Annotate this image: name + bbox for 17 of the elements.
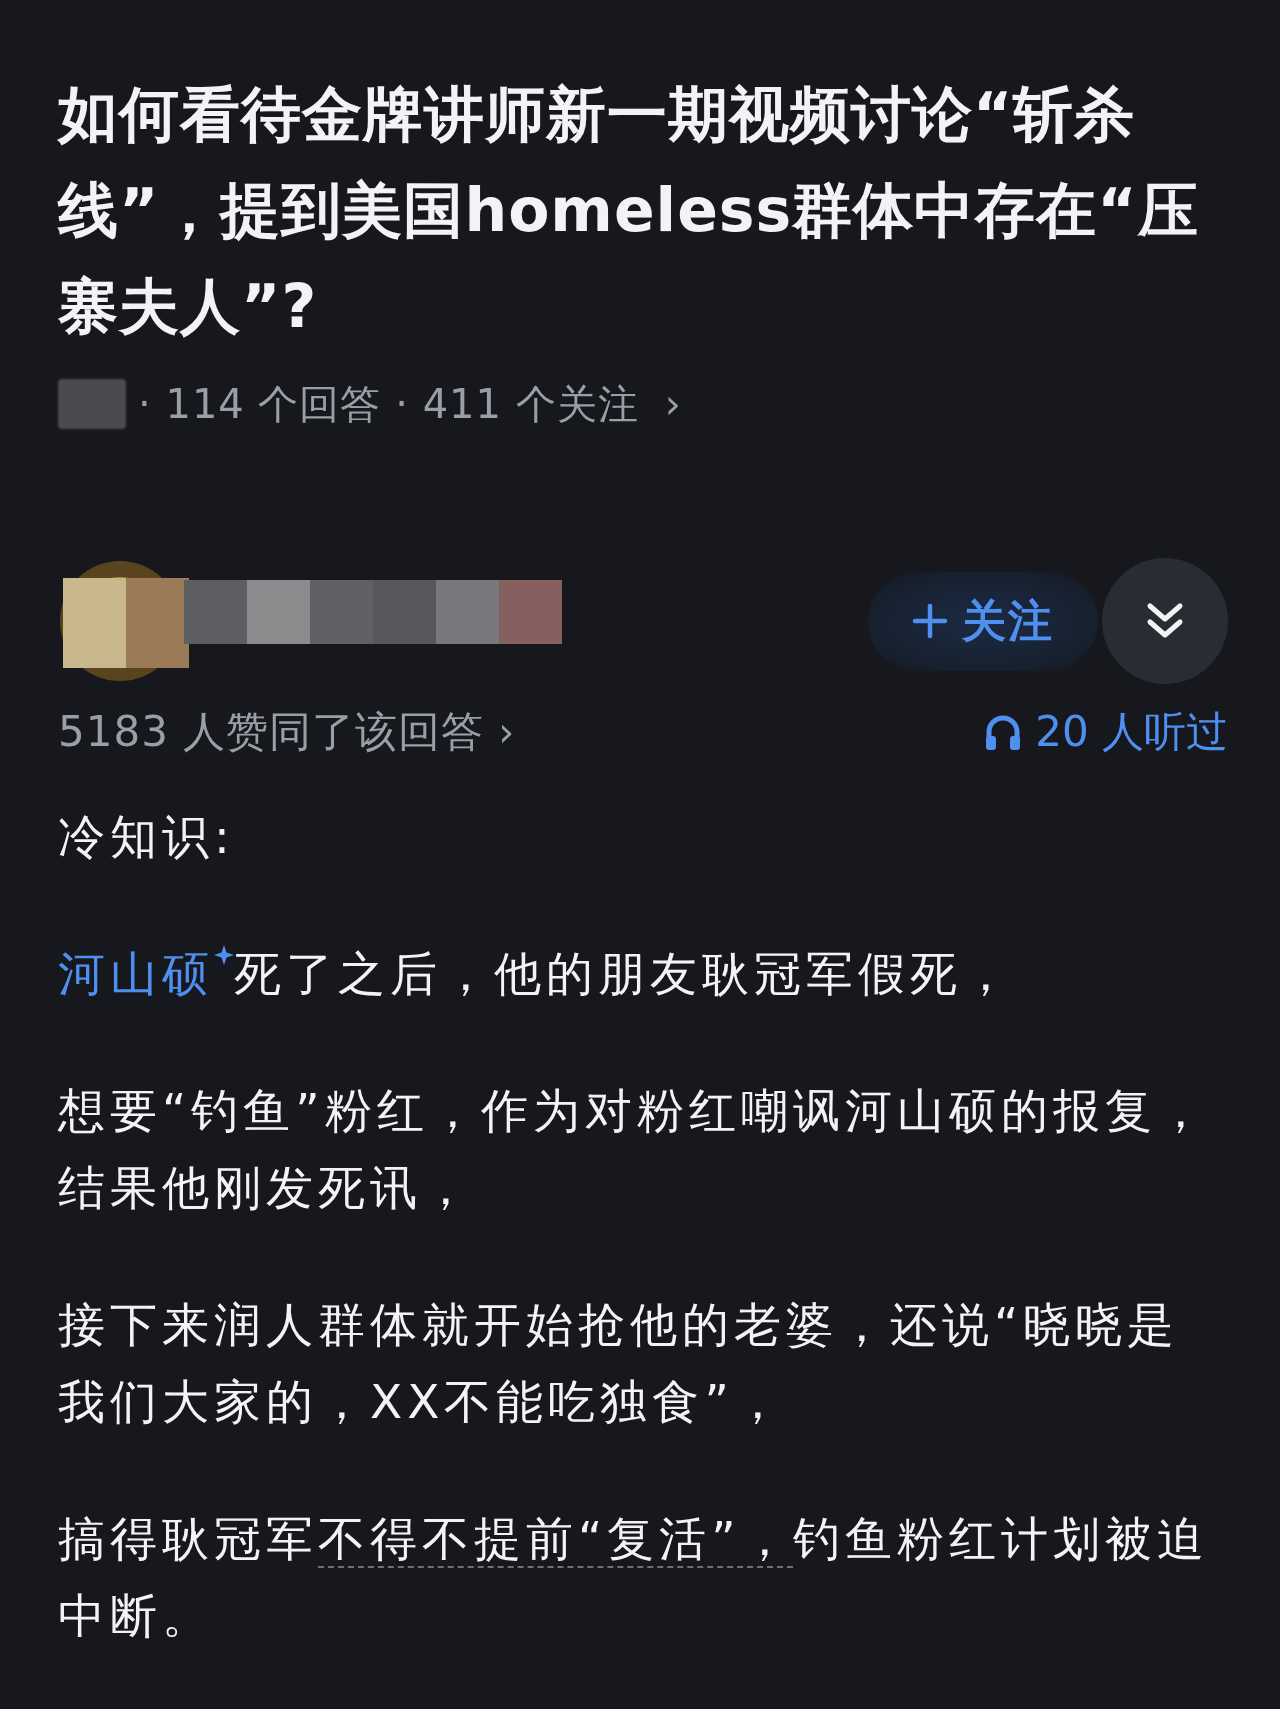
listen-count: 20 人听过 [1035, 706, 1228, 758]
text-link[interactable]: 河山硕 [58, 935, 234, 1012]
redaction-block [58, 379, 126, 429]
question-title: 如何看待金牌讲师新一期视频讨论“斩杀线”，提到美国homeless群体中存在“压寨夫人”? [58, 78, 1200, 343]
answer-paragraph: 河山硕 死了之后，他的朋友耿冠军假死， [58, 935, 1228, 1012]
upvote-count: 5183 人赞同了该回答 [58, 706, 485, 758]
answer-paragraph: 搞得耿冠军不得不提前“复活”，钓鱼粉红计划被迫中断。 [58, 1510, 1210, 1645]
sparkle-icon [214, 945, 234, 965]
answer-paragraph: 接下来润人群体就开始抢他的老婆，还说“晓晓是我们大家的，XX不能吃独食”， [58, 1296, 1181, 1431]
answer-paragraph: 冷知识: [58, 808, 236, 866]
plus-icon [912, 603, 948, 639]
chevron-right-text[interactable]: › [664, 381, 681, 427]
question-stats: · 114 个回答 · 411 个关注 [138, 379, 639, 429]
answer-paragraph: 想要“钓鱼”粉红，作为对粉红嘲讽河山硕的报复，结果他刚发死讯， [58, 1082, 1210, 1217]
keyword-link[interactable]: 不得不提前“复活”， [318, 1511, 793, 1568]
chevron-right-text[interactable]: › [498, 709, 515, 755]
follow-button[interactable]: 关注 [868, 571, 1098, 671]
